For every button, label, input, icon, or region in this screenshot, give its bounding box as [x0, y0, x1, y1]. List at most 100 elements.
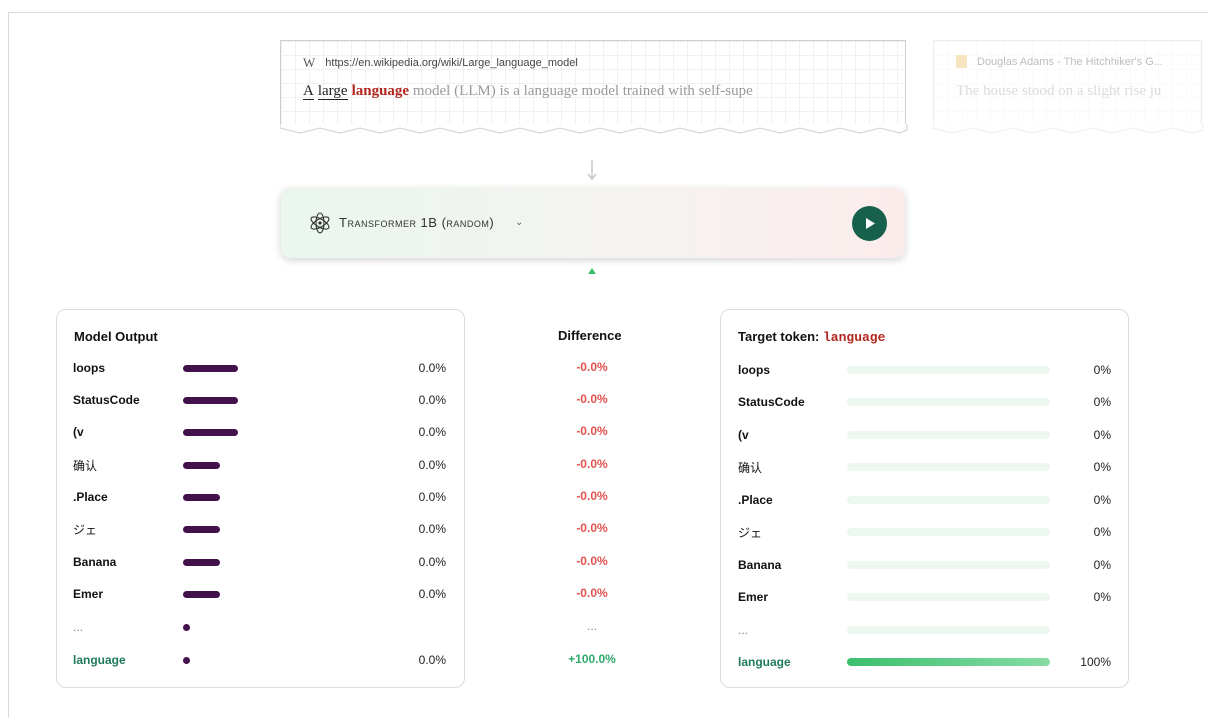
target-token-row[interactable]: Emer	[738, 587, 768, 607]
target-probability-value: 0%	[1093, 395, 1111, 409]
target-token-label: Emer	[738, 590, 769, 604]
target-token-row[interactable]: (v	[738, 425, 749, 445]
target-probability-value: 0%	[1093, 363, 1111, 377]
run-model-button[interactable]	[852, 206, 887, 241]
output-probability-bar	[183, 591, 220, 598]
target-token-row[interactable]: StatusCode	[738, 392, 805, 412]
output-token-row[interactable]: StatusCode	[73, 390, 140, 410]
output-token-label: loops	[73, 361, 105, 375]
output-token-row[interactable]: ...	[73, 617, 83, 637]
chevron-down-icon[interactable]: ⌄	[515, 217, 523, 228]
target-probability-value: 0%	[1093, 493, 1111, 507]
output-token-row[interactable]: .Place	[73, 487, 108, 507]
difference-title: Difference	[558, 328, 622, 343]
output-probability-dot	[183, 657, 190, 664]
difference-value: -0.0%	[576, 586, 608, 600]
target-token-label: 确认	[738, 460, 763, 475]
output-probability-value: 0.0%	[418, 458, 446, 472]
output-probability-value: 0.0%	[418, 587, 446, 601]
target-probability-track	[847, 366, 1050, 374]
output-token-row[interactable]: language	[73, 650, 126, 670]
source2-text: The house stood on a slight rise ju	[956, 83, 1162, 99]
source2-title[interactable]: Douglas Adams - The Hitchhiker's G...	[977, 56, 1163, 68]
source-url[interactable]: https://en.wikipedia.org/wiki/Large_lang…	[325, 57, 578, 69]
wikipedia-w-icon: W	[303, 55, 316, 70]
target-token-highlight[interactable]: language	[352, 83, 410, 99]
atom-icon	[310, 212, 330, 234]
frame-top-border	[8, 12, 1208, 13]
target-token-label: (v	[738, 428, 749, 442]
output-token-row[interactable]: Banana	[73, 552, 116, 572]
target-probability-track	[847, 431, 1050, 439]
output-probability-bar	[183, 526, 220, 533]
output-token-label: ...	[73, 620, 84, 634]
output-token-row[interactable]: ジェ	[73, 519, 97, 539]
target-token-name: language	[823, 330, 886, 345]
context-token-large[interactable]: large	[317, 83, 348, 100]
output-probability-bar	[183, 462, 220, 469]
target-token-row[interactable]: ...	[738, 620, 748, 640]
target-probability-track	[847, 658, 1050, 666]
output-token-row[interactable]: loops	[73, 358, 105, 378]
output-token-row[interactable]: (v	[73, 422, 84, 442]
source-text-rest: model (LLM) is a language model trained …	[412, 83, 753, 99]
difference-value: -0.0%	[576, 554, 608, 568]
target-probability-track	[847, 463, 1050, 471]
target-token-label: .Place	[738, 493, 773, 507]
target-probability-track	[847, 528, 1050, 536]
context-token-a[interactable]: A	[303, 83, 314, 100]
output-token-label: (v	[73, 425, 84, 439]
output-probability-bar	[183, 429, 238, 436]
output-token-label: ジェ	[73, 522, 98, 537]
target-token-row[interactable]: loops	[738, 360, 770, 380]
model-name-dropdown[interactable]: Transformer 1B (random)	[339, 215, 494, 230]
target-token-label: ジェ	[738, 525, 763, 540]
output-probability-value: 0.0%	[418, 425, 446, 439]
output-probability-bar	[183, 365, 238, 372]
target-probability-track	[847, 593, 1050, 601]
output-token-label: 确认	[73, 458, 98, 473]
output-token-label: Emer	[73, 587, 104, 601]
target-token-label: language	[738, 655, 791, 669]
target-probability-value: 0%	[1093, 590, 1111, 604]
target-token-row[interactable]: ジェ	[738, 522, 762, 542]
output-probability-value: 0.0%	[418, 653, 446, 667]
output-probability-value: 0.0%	[418, 490, 446, 504]
difference-value: -0.0%	[576, 360, 608, 374]
target-token-label: StatusCode	[738, 395, 805, 409]
difference-value: -0.0%	[576, 521, 608, 535]
target-token-row[interactable]: 确认	[738, 457, 762, 477]
output-token-label: Banana	[73, 555, 117, 569]
frame-left-border	[8, 12, 9, 718]
output-probability-value: 0.0%	[418, 522, 446, 536]
source-text: Alarge language model (LLM) is a language…	[303, 83, 893, 100]
difference-value: +100.0%	[568, 652, 616, 666]
target-probability-value: 0%	[1093, 460, 1111, 474]
output-probability-bar	[183, 559, 220, 566]
target-probability-value: 100%	[1080, 655, 1111, 669]
play-icon	[865, 218, 875, 229]
model-output-title: Model Output	[74, 329, 158, 344]
target-token-label: Banana	[738, 558, 782, 572]
output-token-row[interactable]: Emer	[73, 584, 103, 604]
output-probability-value: 0.0%	[418, 361, 446, 375]
target-probability-value: 0%	[1093, 428, 1111, 442]
book-icon	[956, 55, 967, 68]
output-token-row[interactable]: 确认	[73, 455, 97, 475]
target-probability-value: 0%	[1093, 558, 1111, 572]
source-card-wikipedia[interactable]: W https://en.wikipedia.org/wiki/Large_la…	[280, 40, 908, 134]
target-token-row[interactable]: Banana	[738, 555, 781, 575]
torn-edge	[933, 124, 1204, 134]
source-card-hitchhiker[interactable]: Douglas Adams - The Hitchhiker's G... Th…	[933, 40, 1204, 134]
output-probability-bar	[183, 494, 220, 501]
target-panel-title: Target token: language	[738, 329, 885, 345]
target-token-row[interactable]: .Place	[738, 490, 773, 510]
target-token-row[interactable]: language	[738, 652, 791, 672]
arrow-up-icon	[588, 268, 596, 289]
output-token-label: language	[73, 653, 126, 667]
arrow-down-icon	[587, 160, 597, 181]
target-token-label: ...	[738, 623, 749, 637]
difference-value: -0.0%	[576, 424, 608, 438]
output-token-label: .Place	[73, 490, 108, 504]
target-probability-track	[847, 626, 1050, 634]
